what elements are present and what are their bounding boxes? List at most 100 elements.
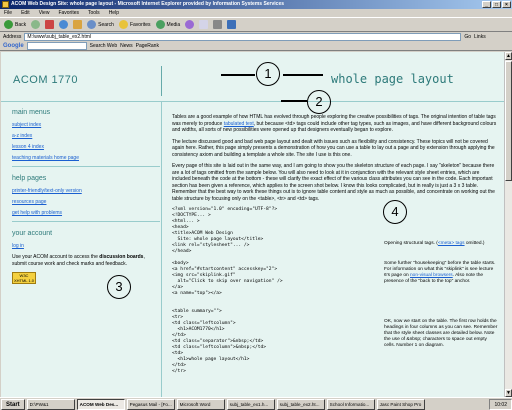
- scroll-thumb[interactable]: [505, 61, 512, 181]
- page-title: whole page layout: [331, 72, 454, 86]
- callout-1-arrow-left: [221, 74, 255, 76]
- media-label: Media: [166, 21, 181, 28]
- search-button[interactable]: Search: [86, 19, 115, 31]
- taskbar-item[interactable]: Jasc Paint Shop Pro: [376, 398, 425, 410]
- edit-button[interactable]: [226, 19, 237, 31]
- mail-button[interactable]: [198, 19, 209, 31]
- printer-friendly-link[interactable]: printer-friendly/text-only version: [12, 188, 162, 194]
- refresh-button[interactable]: [58, 19, 69, 31]
- tabulated-text-link[interactable]: tabulated text: [224, 121, 254, 127]
- window-controls: _ □ ×: [482, 1, 511, 8]
- google-search-web-button[interactable]: Search Web: [90, 43, 117, 49]
- page-header-left: ACOM 1770: [13, 74, 79, 86]
- az-index-link[interactable]: a-z index: [12, 133, 162, 139]
- menu-file[interactable]: File: [4, 9, 12, 17]
- print-button[interactable]: [212, 19, 223, 31]
- mail-icon: [199, 20, 209, 29]
- menu-help[interactable]: Help: [109, 9, 119, 17]
- vertical-scrollbar[interactable]: ▲ ▼: [504, 52, 512, 397]
- taskbar-item[interactable]: subj_table_ex2.ht...: [276, 398, 325, 410]
- code-section-1: <?xml version="1.0" encoding="UTF-8"?> <…: [172, 207, 498, 257]
- address-input[interactable]: M:\www\subj_table_ex2.html: [24, 32, 462, 41]
- taskbar-item[interactable]: School Informatio...: [326, 398, 375, 410]
- star-icon: [118, 20, 128, 29]
- code-block-1: <?xml version="1.0" encoding="UTF-8"?> <…: [172, 207, 278, 254]
- header-rule: [1, 101, 504, 102]
- scroll-up-icon[interactable]: ▲: [505, 52, 512, 60]
- taskbar-item[interactable]: Pegasus Mail - [Fo...: [126, 398, 175, 410]
- menu-view[interactable]: View: [39, 9, 50, 17]
- window-title: ACOM Web Design Site: whole page layout …: [11, 1, 285, 7]
- scroll-down-icon[interactable]: ▼: [505, 389, 512, 397]
- google-logo[interactable]: Google: [3, 43, 24, 49]
- home-button[interactable]: [72, 19, 83, 31]
- media-icon: [155, 20, 165, 29]
- menu-bar: File Edit View Favorites Tools Help: [0, 9, 512, 17]
- note1-post: omitted.): [464, 241, 485, 246]
- favorites-button[interactable]: Favorites: [118, 19, 152, 31]
- code-section-2: <body> <a href="#startcontent" accesskey…: [172, 261, 498, 305]
- get-help-link[interactable]: get help with problems: [12, 210, 162, 216]
- back-label: Back: [15, 21, 27, 28]
- code-section-3: <table summary=""> <tr> <td class="leftc…: [172, 309, 498, 379]
- close-icon[interactable]: ×: [502, 1, 511, 8]
- taskbar-item[interactable]: subj_table_ex1.h...: [226, 398, 275, 410]
- menu-tools[interactable]: Tools: [88, 9, 100, 17]
- start-button[interactable]: Start: [1, 398, 25, 410]
- menu-edit[interactable]: Edit: [21, 9, 30, 17]
- search-label: Search: [98, 21, 114, 28]
- callout-2-arrow: [281, 100, 307, 102]
- go-button[interactable]: Go: [464, 34, 471, 40]
- meta-tags-link[interactable]: <meta> tags: [438, 241, 465, 246]
- code-note-3: OK, now we start on the table. The first…: [384, 319, 498, 348]
- history-button[interactable]: [184, 19, 195, 31]
- account-heading: your account: [12, 230, 53, 237]
- callout-1-arrow: [283, 74, 323, 76]
- window-titlebar: ACOM Web Design Site: whole page layout …: [0, 0, 512, 9]
- account-text-bold: discussion boards: [99, 254, 144, 260]
- maximize-icon[interactable]: □: [492, 1, 501, 8]
- teaching-materials-link[interactable]: teaching materials home page: [12, 155, 162, 161]
- word-icon: [227, 20, 237, 29]
- back-button[interactable]: Back: [3, 19, 27, 31]
- intro-paragraph: Tables are a good example of how HTML ha…: [172, 114, 498, 134]
- forward-arrow-icon: [31, 20, 41, 29]
- address-bar: Address M:\www\subj_table_ex2.html Go Li…: [0, 32, 512, 41]
- minimize-icon[interactable]: _: [482, 1, 491, 8]
- forward-button[interactable]: [30, 19, 41, 31]
- page-viewport: ACOM 1770 whole page layout main menus s…: [1, 52, 504, 397]
- sidebar-divider: [12, 221, 160, 222]
- w3c-xhtml-badge[interactable]: W3C XHTML 1.0: [12, 272, 36, 284]
- google-search-input[interactable]: [26, 41, 87, 50]
- google-news-button[interactable]: News: [120, 43, 133, 49]
- lecture-paragraph: The lecture discussed good and bad web p…: [172, 138, 495, 158]
- note1-pre: Opening structural tags. (: [384, 241, 438, 246]
- standard-toolbar: Back Search Favorites Media: [0, 17, 512, 32]
- sidebar-divider: [12, 166, 160, 167]
- lesson-index-link[interactable]: lesson 4 index: [12, 144, 162, 150]
- back-arrow-icon: [4, 20, 13, 29]
- main-content: Tables are a good example of how HTML ha…: [172, 114, 498, 379]
- resources-link[interactable]: resources page: [12, 199, 162, 205]
- stop-button[interactable]: [44, 19, 55, 31]
- system-tray-clock: 10:02: [489, 398, 512, 410]
- address-label: Address: [3, 33, 22, 40]
- favorites-label: Favorites: [129, 21, 151, 28]
- login-link[interactable]: log in: [12, 243, 162, 249]
- subject-index-link[interactable]: subject index: [12, 122, 162, 128]
- header-divider: [161, 66, 162, 96]
- links-button[interactable]: Links: [474, 34, 486, 40]
- stop-icon: [45, 20, 55, 29]
- code-note-1: Opening structural tags. (<meta> tags om…: [384, 241, 498, 247]
- taskbar-item[interactable]: D:\PW&1: [26, 398, 75, 410]
- browser-icon: [2, 1, 9, 8]
- google-pagerank: PageRank: [135, 42, 159, 49]
- taskbar-item-active[interactable]: ACOM Web Des...: [76, 398, 125, 410]
- taskbar-item[interactable]: Microsoft Word: [176, 398, 225, 410]
- callout-2: 2: [307, 90, 331, 114]
- skeleton-paragraph: Every page of this site is laid out in t…: [172, 163, 495, 202]
- non-visual-browsers-link[interactable]: non-visual browsers: [410, 273, 453, 278]
- menu-favorites[interactable]: Favorites: [58, 9, 79, 17]
- media-button[interactable]: Media: [155, 19, 182, 31]
- sidebar: main menus subject index a-z index lesso…: [12, 109, 162, 284]
